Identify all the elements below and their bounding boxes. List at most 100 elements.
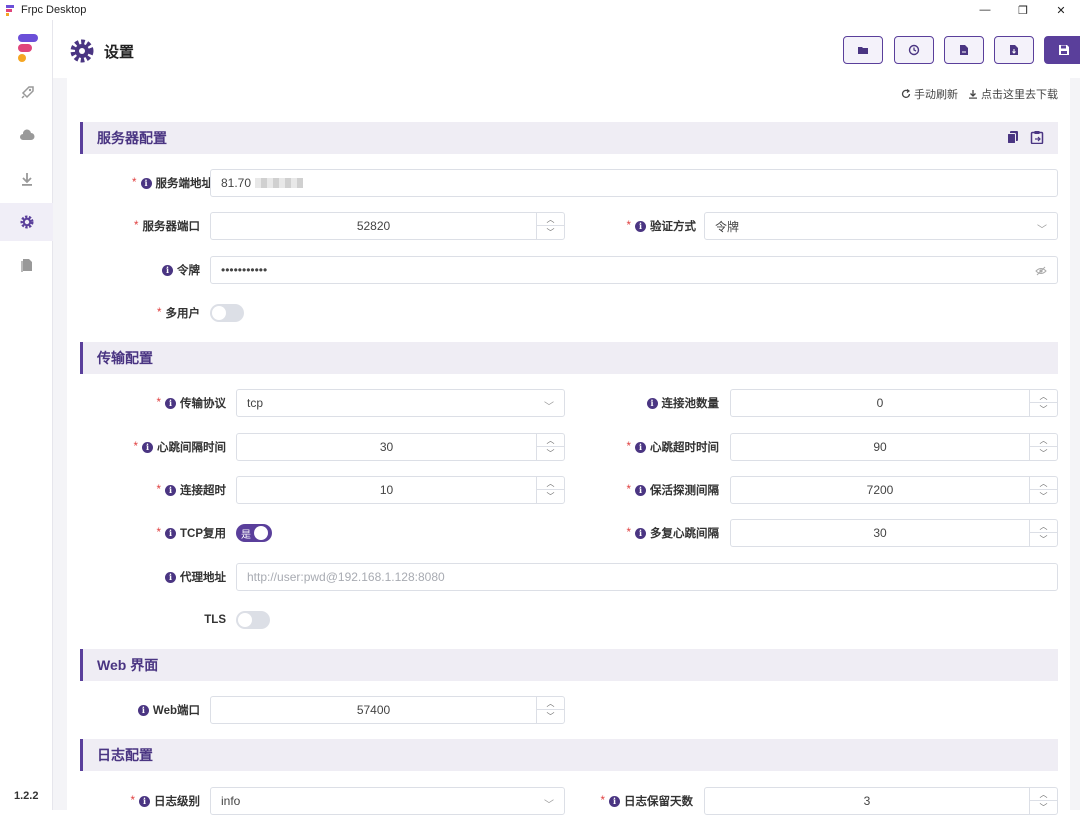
- info-icon: i: [635, 484, 646, 496]
- section-title-web: Web 界面: [97, 657, 159, 673]
- increment-button[interactable]: ︿: [1030, 477, 1057, 490]
- decrement-button[interactable]: ﹀: [537, 226, 564, 239]
- heartbeat-interval-input[interactable]: 30 ︿ ﹀: [236, 433, 565, 461]
- sidebar-item-home[interactable]: [0, 74, 53, 112]
- decrement-button[interactable]: ﹀: [1030, 447, 1057, 460]
- copy-icon[interactable]: [1006, 130, 1020, 144]
- sidebar-item-download[interactable]: [0, 160, 53, 198]
- page-title: 设置: [104, 44, 135, 61]
- gear-icon: [20, 215, 33, 229]
- refresh-label: 手动刷新: [914, 89, 958, 101]
- sidebar-item-settings[interactable]: [0, 203, 53, 241]
- sidebar-item-proxy[interactable]: [0, 117, 53, 155]
- chevron-down-icon: ﹀: [1037, 225, 1047, 236]
- frpc-logo-icon: [18, 34, 38, 62]
- heartbeat-interval-value: 30: [379, 440, 394, 454]
- download-link[interactable]: 点击这里去下载: [968, 86, 1058, 102]
- log-level-select[interactable]: info ﹀: [210, 787, 565, 815]
- tls-toggle[interactable]: [236, 611, 270, 629]
- web-port-label: i Web端口: [87, 696, 200, 724]
- increment-button[interactable]: ︿: [1030, 520, 1057, 533]
- decrement-button[interactable]: ﹀: [1030, 490, 1057, 503]
- token-input[interactable]: •••••••••••: [210, 256, 1058, 284]
- auth-method-label: * i 验证方式: [626, 220, 696, 233]
- info-icon: i: [137, 704, 149, 716]
- section-web: Web 界面: [80, 649, 1058, 681]
- close-button[interactable]: ✕: [1042, 0, 1080, 20]
- app-version: 1.2.2: [14, 790, 39, 802]
- pool-count-input[interactable]: 0 ︿ ﹀: [730, 389, 1058, 417]
- tcp-mux-toggle[interactable]: 是: [236, 524, 272, 542]
- info-icon: i: [635, 441, 646, 453]
- reset-button[interactable]: [894, 36, 934, 64]
- tcp-mux-label: * i TCP复用: [156, 527, 226, 540]
- chevron-down-icon: ﹀: [544, 800, 554, 811]
- increment-button[interactable]: ︿: [1030, 434, 1057, 447]
- heartbeat-timeout-input[interactable]: 90 ︿ ﹀: [730, 433, 1058, 461]
- decrement-button[interactable]: ﹀: [537, 447, 564, 460]
- server-addr-label: * i 服务端地址: [132, 177, 213, 190]
- decrement-button[interactable]: ﹀: [537, 710, 564, 723]
- multiuser-label: * 多用户: [157, 307, 200, 320]
- info-icon: i: [165, 571, 176, 583]
- section-title-log: 日志配置: [97, 747, 153, 763]
- open-folder-button[interactable]: [843, 36, 883, 64]
- redacted-blur: [255, 178, 304, 188]
- heartbeat-timeout-value: 90: [873, 440, 887, 454]
- keepalive-label: * i 保活探测间隔: [626, 484, 719, 497]
- increment-button[interactable]: ︿: [1030, 390, 1057, 403]
- server-port-input[interactable]: 52820 ︿ ﹀: [210, 212, 565, 240]
- restore-button[interactable]: ❐: [1004, 0, 1042, 20]
- connect-timeout-value: 10: [379, 483, 394, 497]
- info-icon: i: [165, 527, 176, 539]
- refresh-link[interactable]: 手动刷新: [901, 86, 958, 102]
- page-header: 设置: [53, 20, 1080, 78]
- sidebar-item-logs[interactable]: [0, 246, 53, 284]
- decrement-button[interactable]: ﹀: [1030, 801, 1057, 814]
- save-button[interactable]: [1044, 36, 1080, 64]
- tls-label: TLS: [204, 614, 226, 626]
- token-label: i 令牌: [87, 256, 200, 284]
- web-port-input[interactable]: 57400 ︿ ﹀: [210, 696, 565, 724]
- export-config-button[interactable]: [944, 36, 984, 64]
- increment-button[interactable]: ︿: [1030, 788, 1057, 801]
- increment-button[interactable]: ︿: [537, 213, 564, 226]
- section-title-transport: 传输配置: [97, 350, 153, 366]
- file-import-icon: [1010, 45, 1018, 55]
- mux-heartbeat-label: * i 多复心跳间隔: [626, 527, 719, 540]
- decrement-button[interactable]: ﹀: [1030, 533, 1057, 546]
- eye-hide-icon[interactable]: [1035, 266, 1047, 276]
- increment-button[interactable]: ︿: [537, 434, 564, 447]
- connect-timeout-input[interactable]: 10 ︿ ﹀: [236, 476, 565, 504]
- info-icon: i: [635, 527, 646, 539]
- decrement-button[interactable]: ﹀: [1030, 403, 1057, 416]
- proxy-addr-input[interactable]: http://user:pwd@192.168.1.128:8080: [236, 563, 1058, 591]
- proxy-addr-label: i 代理地址: [87, 563, 226, 591]
- keepalive-input[interactable]: 7200 ︿ ﹀: [730, 476, 1058, 504]
- multiuser-toggle[interactable]: [210, 304, 244, 322]
- minimize-button[interactable]: —: [966, 0, 1004, 20]
- pool-count-label: i 连接池数量: [567, 389, 719, 417]
- mux-heartbeat-value: 30: [873, 526, 887, 540]
- protocol-label: * i 传输协议: [156, 397, 226, 410]
- mux-heartbeat-input[interactable]: 30 ︿ ﹀: [730, 519, 1058, 547]
- log-retain-label: * i 日志保留天数: [600, 795, 693, 808]
- decrement-button[interactable]: ﹀: [537, 490, 564, 503]
- info-icon: i: [140, 177, 152, 189]
- auth-method-select[interactable]: 令牌 ﹀: [704, 212, 1058, 240]
- heartbeat-timeout-label: * i 心跳超时时间: [626, 441, 719, 454]
- increment-button[interactable]: ︿: [537, 697, 564, 710]
- paste-icon[interactable]: [1030, 130, 1044, 144]
- refresh-icon: [901, 89, 911, 98]
- increment-button[interactable]: ︿: [537, 477, 564, 490]
- connect-timeout-label: * i 连接超时: [156, 484, 226, 497]
- file-icon: [20, 259, 32, 272]
- section-log: 日志配置: [80, 739, 1058, 771]
- window-title: Frpc Desktop: [21, 4, 87, 16]
- protocol-select[interactable]: tcp ﹀: [236, 389, 565, 417]
- app-logo-icon: [6, 5, 14, 16]
- server-addr-input[interactable]: 81.70: [210, 169, 1058, 197]
- log-retain-input[interactable]: 3 ︿ ﹀: [704, 787, 1058, 815]
- history-icon: [908, 44, 920, 56]
- import-config-button[interactable]: [994, 36, 1034, 64]
